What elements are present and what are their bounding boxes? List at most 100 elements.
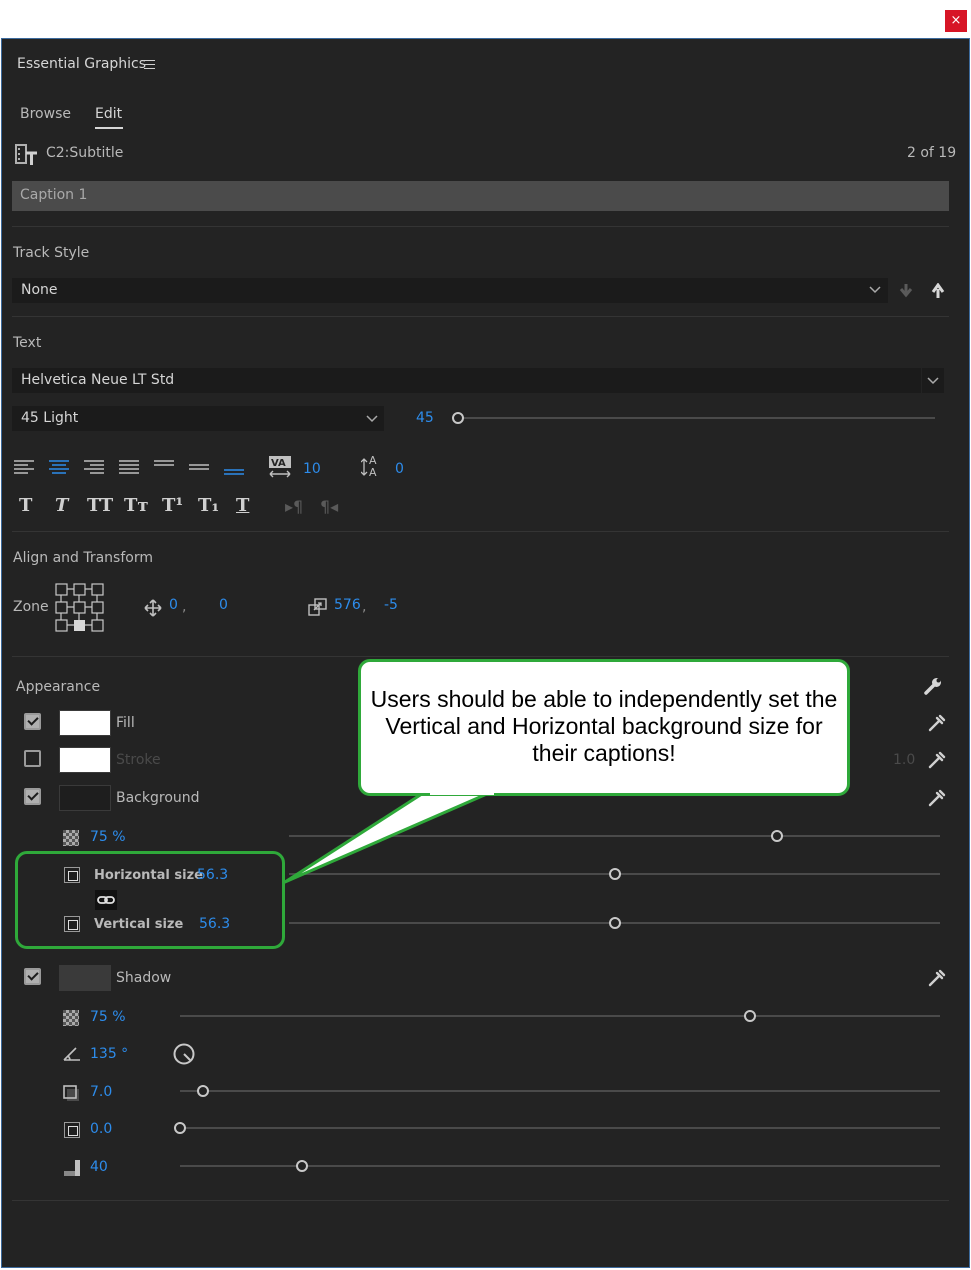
shadow-blur-slider-handle[interactable] — [295, 1160, 308, 1172]
position-separator: , — [182, 599, 187, 615]
fill-checkbox[interactable] — [24, 713, 41, 730]
shadow-size-slider[interactable] — [180, 1127, 940, 1129]
shadow-distance-icon — [63, 1085, 79, 1101]
tracking-icon: VA — [269, 456, 291, 478]
zone-grid[interactable] — [55, 583, 105, 633]
faux-bold-button[interactable]: T — [19, 495, 32, 516]
tab-browse[interactable]: Browse — [20, 106, 71, 122]
shadow-distance-value[interactable]: 7.0 — [90, 1084, 112, 1100]
shadow-blur-icon — [64, 1160, 80, 1176]
chevron-down-icon — [927, 377, 939, 385]
scale-separator: , — [362, 599, 367, 615]
annotation-text: Users should be able to independently se… — [370, 686, 838, 766]
align-left-button[interactable] — [14, 459, 36, 477]
background-opacity-slider[interactable] — [289, 835, 940, 837]
divider — [12, 656, 949, 657]
eyedropper-icon[interactable] — [927, 713, 947, 733]
caption-input[interactable]: Caption 1 — [12, 181, 949, 211]
stroke-label: Stroke — [116, 752, 161, 768]
align-middle-button[interactable] — [189, 459, 211, 477]
shadow-size-icon — [64, 1122, 80, 1138]
align-right-button[interactable] — [84, 459, 106, 477]
subscript-button[interactable]: T₁ — [198, 495, 219, 516]
eyedropper-icon[interactable] — [927, 968, 947, 988]
font-family-dropdown[interactable]: Helvetica Neue LT Std — [12, 368, 921, 393]
fill-label: Fill — [116, 715, 135, 731]
background-opacity-value[interactable]: 75 % — [90, 829, 126, 845]
horizontal-size-slider-handle[interactable] — [608, 868, 621, 880]
shadow-size-slider-handle[interactable] — [174, 1122, 186, 1134]
font-size-value[interactable]: 45 — [416, 410, 434, 426]
all-caps-button[interactable]: TT — [87, 495, 113, 516]
background-opacity-slider-handle[interactable] — [771, 830, 784, 842]
leading-value[interactable]: 0 — [395, 461, 404, 477]
push-up-icon[interactable] — [931, 283, 945, 299]
stroke-checkbox[interactable] — [24, 750, 41, 767]
divider — [12, 1200, 949, 1201]
shadow-blur-slider[interactable] — [180, 1165, 940, 1167]
wrench-icon[interactable] — [923, 676, 943, 696]
panel-title: Essential Graphics — [17, 56, 147, 72]
rtl-direction-icon[interactable]: ¶◂ — [320, 497, 338, 516]
position-x-value[interactable]: 0 — [169, 597, 178, 613]
angle-dial[interactable] — [172, 1042, 196, 1066]
shadow-blur-value[interactable]: 40 — [90, 1159, 108, 1175]
svg-text:A: A — [369, 466, 377, 479]
small-caps-button[interactable]: Tт — [124, 495, 149, 516]
callout-seam — [430, 791, 494, 795]
align-center-button[interactable] — [49, 459, 71, 477]
annotation-callout: Users should be able to independently se… — [358, 659, 850, 796]
close-button[interactable]: × — [945, 10, 967, 32]
divider — [12, 531, 949, 532]
ltr-direction-icon[interactable]: ▸¶ — [285, 497, 303, 516]
font-family-value: Helvetica Neue LT Std — [21, 372, 175, 388]
superscript-button[interactable]: T¹ — [162, 495, 183, 516]
align-bottom-button[interactable] — [224, 459, 246, 477]
align-transform-heading: Align and Transform — [13, 550, 153, 566]
shadow-color-swatch[interactable] — [59, 965, 111, 991]
font-style-dropdown[interactable]: 45 Light — [12, 406, 384, 431]
push-down-icon[interactable] — [899, 283, 913, 299]
stroke-width-value[interactable]: 1.0 — [893, 752, 915, 768]
faux-italic-button[interactable]: T — [55, 495, 68, 516]
track-style-heading: Track Style — [13, 245, 90, 261]
track-style-dropdown[interactable]: None — [12, 278, 888, 303]
background-checkbox[interactable] — [24, 788, 41, 805]
justify-button[interactable] — [119, 459, 141, 477]
font-size-slider-handle[interactable] — [452, 412, 464, 424]
essential-graphics-panel: Essential Graphics Browse Edit C2:Subtit… — [1, 38, 970, 1268]
shadow-checkbox[interactable] — [24, 968, 41, 985]
window-titlebar — [0, 0, 971, 38]
shadow-angle-value[interactable]: 135 ° — [90, 1046, 128, 1062]
shadow-distance-slider-handle[interactable] — [196, 1085, 209, 1097]
divider — [12, 316, 949, 317]
shadow-opacity-slider-handle[interactable] — [744, 1010, 756, 1022]
fill-color-swatch[interactable] — [59, 710, 111, 736]
zone-label: Zone — [13, 599, 49, 615]
tab-edit[interactable]: Edit — [95, 106, 122, 122]
font-family-chevron[interactable] — [922, 368, 944, 393]
close-icon: × — [950, 13, 962, 28]
shadow-opacity-slider[interactable] — [180, 1015, 940, 1017]
angle-icon — [63, 1047, 80, 1061]
hamburger-icon[interactable] — [144, 60, 155, 69]
eyedropper-icon[interactable] — [927, 750, 947, 770]
vertical-size-slider-handle[interactable] — [608, 917, 621, 929]
shadow-size-value[interactable]: 0.0 — [90, 1121, 112, 1137]
scale-y-value[interactable]: -5 — [384, 597, 398, 613]
shadow-distance-slider[interactable] — [180, 1090, 940, 1092]
clip-layer-icon — [15, 144, 37, 165]
position-y-value[interactable]: 0 — [219, 597, 228, 613]
eyedropper-icon[interactable] — [927, 788, 947, 808]
font-style-value: 45 Light — [21, 410, 79, 426]
underline-button[interactable]: T — [236, 495, 249, 516]
highlight-box — [15, 851, 285, 949]
tracking-value[interactable]: 10 — [303, 461, 321, 477]
stroke-color-swatch[interactable] — [59, 747, 111, 773]
background-color-swatch[interactable] — [59, 785, 111, 811]
shadow-opacity-value[interactable]: 75 % — [90, 1009, 126, 1025]
font-size-slider[interactable] — [456, 417, 935, 419]
scale-x-value[interactable]: 576 — [334, 597, 361, 613]
clip-counter: 2 of 19 — [907, 145, 957, 161]
align-top-button[interactable] — [154, 459, 176, 477]
